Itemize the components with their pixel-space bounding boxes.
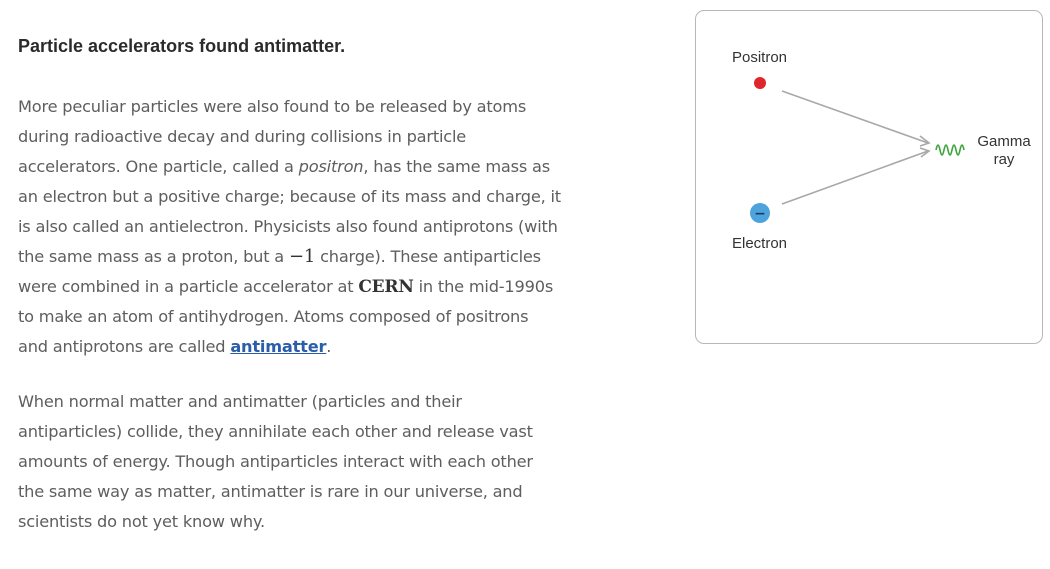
gamma-label-line2: ray <box>993 151 1015 168</box>
para1-part5: . <box>326 337 332 356</box>
gamma-ray-wave <box>935 144 965 156</box>
positron-particle <box>754 77 766 89</box>
electron-label: Electron <box>732 235 788 252</box>
electron-arrow <box>781 150 929 205</box>
antimatter-link[interactable]: antimatter <box>230 337 326 356</box>
positron-label: Positron <box>732 49 788 66</box>
positron-term: positron <box>298 157 364 176</box>
gamma-ray-label: Gamma ray <box>964 133 1044 169</box>
gamma-label-line1: Gamma <box>977 133 1031 150</box>
article-text: Particle accelerators found antimatter. … <box>18 32 563 562</box>
cern-term: CERN <box>358 277 414 297</box>
electron-charge-symbol: − <box>754 206 766 222</box>
positron-arrow <box>781 90 929 144</box>
annihilation-diagram: − Positron Electron Gamma ray <box>695 10 1043 344</box>
charge-value: −1 <box>288 246 316 267</box>
section-heading: Particle accelerators found antimatter. <box>18 36 346 56</box>
paragraph-annihilation: When normal matter and antimatter (parti… <box>18 392 533 531</box>
paragraph-positron: More peculiar particles were also found … <box>18 92 563 362</box>
